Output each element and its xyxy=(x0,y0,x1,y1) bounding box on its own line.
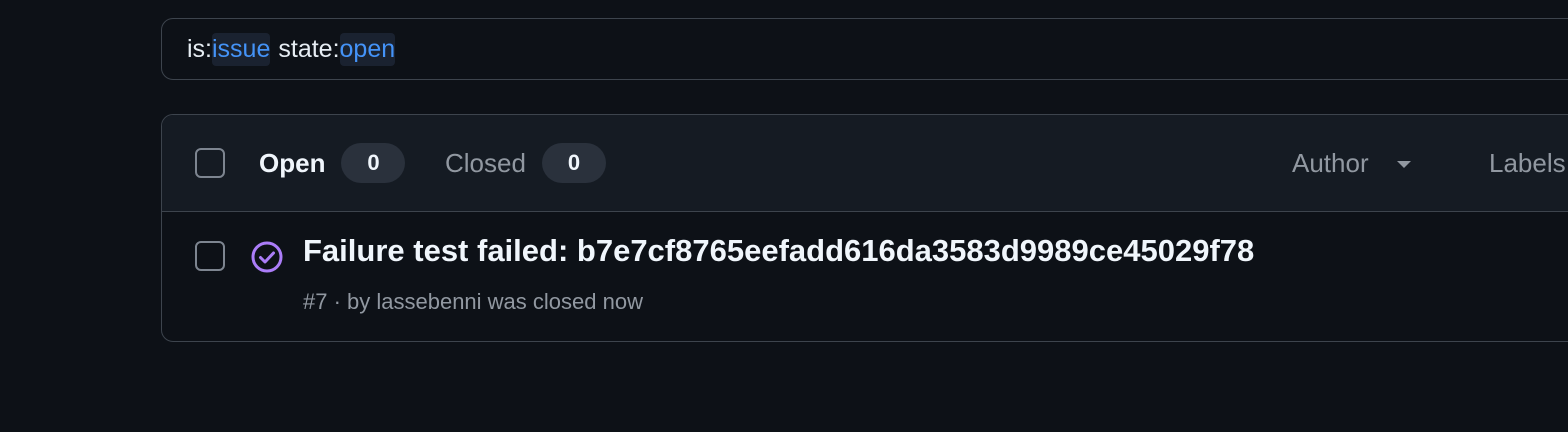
search-qualifier-value: open xyxy=(339,32,396,66)
tab-open-label: Open xyxy=(259,147,326,178)
issues-list-header: Open 0 Closed 0 Author Labels xyxy=(162,115,1568,212)
search-qualifier-value: issue xyxy=(212,32,271,66)
issue-meta: #7 · by lassebenni was closed now xyxy=(303,289,643,314)
issues-list: Open 0 Closed 0 Author Labels Failure te… xyxy=(161,114,1568,342)
tab-closed-label: Closed xyxy=(445,147,526,178)
search-input[interactable]: is: issue state: open xyxy=(161,18,1568,80)
issue-title-link[interactable]: Failure test failed: b7e7cf8765eefadd616… xyxy=(303,233,1254,269)
issue-select-checkbox[interactable] xyxy=(195,241,225,271)
tab-open[interactable]: Open 0 xyxy=(259,142,406,184)
author-filter-label: Author xyxy=(1292,147,1369,178)
labels-filter-label: Labels xyxy=(1489,147,1566,178)
labels-filter-dropdown[interactable]: Labels xyxy=(1489,142,1566,184)
author-filter-dropdown[interactable]: Author xyxy=(1292,142,1411,184)
chevron-down-icon xyxy=(1396,160,1411,168)
list-item[interactable]: Failure test failed: b7e7cf8765eefadd616… xyxy=(162,211,1568,341)
closed-count-badge: 0 xyxy=(541,143,606,183)
tab-closed[interactable]: Closed 0 xyxy=(445,142,606,184)
search-qualifier-key: is: xyxy=(187,34,212,63)
search-qualifier-key: state: xyxy=(278,34,340,63)
select-all-checkbox[interactable] xyxy=(195,148,225,178)
open-count-badge: 0 xyxy=(341,143,406,183)
issue-closed-icon xyxy=(249,239,285,275)
